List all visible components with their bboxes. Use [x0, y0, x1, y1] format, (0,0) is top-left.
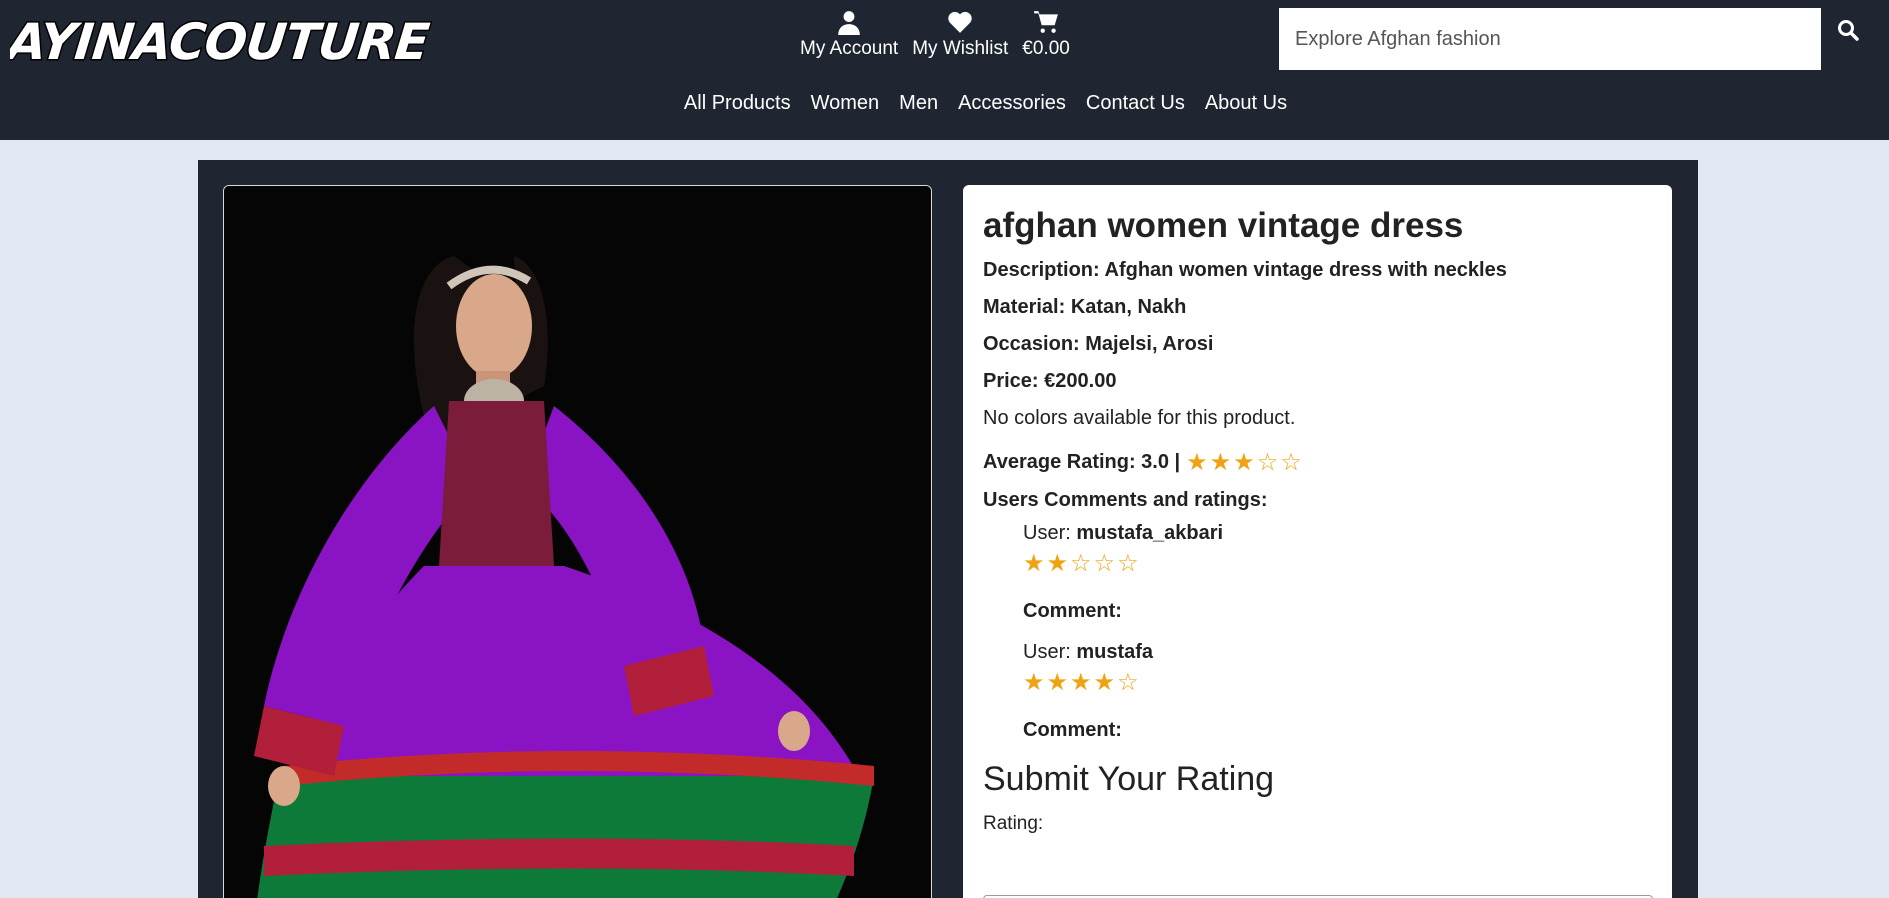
review-comment-label: Comment: [1023, 600, 1122, 622]
cart-icon [1034, 11, 1058, 33]
occasion-label: Occasion: [983, 333, 1080, 355]
review-stars: ★★★★☆ [1023, 669, 1141, 696]
material-value: Katan, Nakh [1070, 296, 1187, 318]
my-account-link[interactable]: My Account [800, 8, 898, 60]
average-rating-stars: ★★★☆☆ [1186, 449, 1304, 476]
review-item: User: mustafa_akbari ★★☆☆☆ Comment: [1023, 522, 1652, 623]
search-input[interactable] [1279, 8, 1821, 70]
logo-text: AYINACOUTURE [10, 12, 432, 71]
my-wishlist-label: My Wishlist [912, 38, 1009, 59]
review-user-label: User: [1023, 522, 1071, 544]
cart-link[interactable]: €0.00 [1022, 8, 1070, 60]
colors-note: No colors available for this product. [983, 407, 1296, 429]
account-nav: My Account My Wishlist €0.00 [800, 8, 1070, 60]
occasion-row: Occasion: Majelsi, Arosi [983, 333, 1652, 356]
material-row: Material: Katan, Nakh [983, 296, 1652, 319]
menu-item-about-us[interactable]: About Us [1205, 92, 1287, 115]
menu-item-all-products[interactable]: All Products [684, 92, 791, 115]
review-comment-label: Comment: [1023, 719, 1122, 741]
price-value: €200.00 [1044, 370, 1117, 392]
material-label: Material: [983, 296, 1066, 318]
brand-logo[interactable]: AYINACOUTURE [10, 6, 440, 76]
review-stars: ★★☆☆☆ [1023, 550, 1141, 577]
price-label: Price: [983, 370, 1039, 392]
product-panel: afghan women vintage dress Description: … [198, 160, 1698, 898]
review-username: mustafa_akbari [1076, 522, 1224, 544]
review-item: User: mustafa ★★★★☆ Comment: [1023, 641, 1652, 742]
logo-graphic: AYINACOUTURE [10, 11, 434, 73]
description-value: Afghan women vintage dress with neckles [1104, 259, 1507, 281]
review-user-label: User: [1023, 641, 1071, 663]
comments-heading: Users Comments and ratings: [983, 489, 1268, 511]
site-header: AYINACOUTURE My Account My Wishlist €0.0… [0, 0, 1889, 140]
my-wishlist-link[interactable]: My Wishlist [912, 8, 1008, 60]
cart-total: €0.00 [1022, 38, 1070, 59]
my-account-label: My Account [800, 38, 899, 59]
search-icon [1838, 20, 1859, 41]
occasion-value: Majelsi, Arosi [1085, 333, 1214, 355]
rating-field-label: Rating: [983, 813, 1044, 834]
menu-item-contact-us[interactable]: Contact Us [1086, 92, 1185, 115]
menu-item-women[interactable]: Women [811, 92, 880, 115]
menu-item-accessories[interactable]: Accessories [958, 92, 1066, 115]
description-label: Description: [983, 259, 1100, 281]
product-info: afghan women vintage dress Description: … [963, 185, 1672, 898]
description-row: Description: Afghan women vintage dress … [983, 259, 1652, 282]
product-image [223, 185, 932, 898]
menu-item-men[interactable]: Men [899, 92, 938, 115]
average-rating: Average Rating: 3.0 | ★★★☆☆ [983, 448, 1652, 477]
dress-photo [224, 186, 931, 898]
main-menu: All Products Women Men Accessories Conta… [0, 92, 1889, 115]
submit-rating-heading: Submit Your Rating [983, 760, 1275, 798]
review-user: User: mustafa [1023, 641, 1652, 664]
price-row: Price: €200.00 [983, 370, 1652, 393]
heart-icon [948, 11, 972, 33]
review-username: mustafa [1076, 641, 1154, 663]
review-user: User: mustafa_akbari [1023, 522, 1652, 545]
average-rating-label: Average Rating: 3.0 | [983, 451, 1181, 473]
user-icon [838, 11, 860, 35]
search-button[interactable] [1836, 18, 1866, 48]
product-title: afghan women vintage dress [983, 206, 1464, 245]
